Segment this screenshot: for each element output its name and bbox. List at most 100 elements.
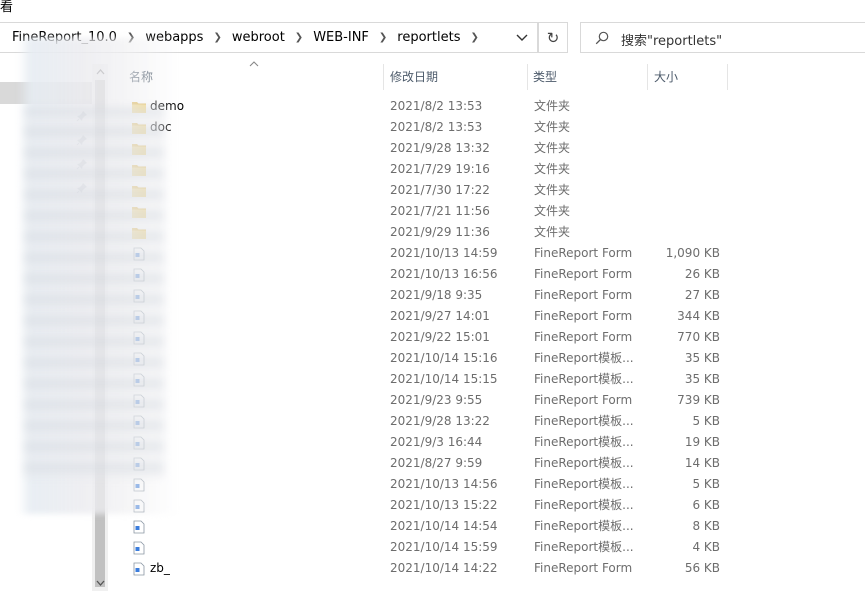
- file-size: 19 KB: [684, 435, 720, 449]
- file-date: 2021/10/13 14:56: [390, 477, 498, 491]
- list-item[interactable]: 2021/9/29 11:36 文件夹: [108, 222, 865, 243]
- list-item[interactable]: 2021/9/23 9:55 FineReport Form 739 KB: [108, 390, 865, 411]
- search-box[interactable]: 搜索"reportlets": [580, 22, 865, 53]
- breadcrumb-item-reportlets[interactable]: reportlets: [397, 30, 460, 45]
- file-type: FineReport Form: [534, 561, 633, 575]
- file-size: [654, 201, 720, 222]
- list-item[interactable]: 2021/10/13 16:56 FineReport Form 26 KB: [108, 264, 865, 285]
- list-item[interactable]: 2021/7/29 19:16 文件夹: [108, 159, 865, 180]
- file-type: FineReport Form: [534, 246, 633, 260]
- file-date: 2021/9/18 9:35: [390, 288, 483, 302]
- file-date: 2021/10/13 15:22: [390, 498, 498, 512]
- breadcrumb-item-web-inf[interactable]: WEB-INF: [313, 30, 369, 45]
- list-item[interactable]: 2021/9/28 13:32 文件夹: [108, 138, 865, 159]
- list-item[interactable]: 2021/8/27 9:59 FineReport模板... 14 KB: [108, 453, 865, 474]
- list-item[interactable]: zb_ 2021/10/14 14:22 FineReport Form 56 KB: [108, 558, 865, 579]
- report-file-icon: [133, 562, 145, 576]
- file-size: [654, 138, 720, 159]
- list-item[interactable]: doc2021/8/2 13:53文件夹: [108, 117, 865, 138]
- file-date: 2021/10/13 16:56: [390, 267, 498, 281]
- file-size: 56 KB: [684, 561, 720, 575]
- list-item[interactable]: 2021/10/13 14:56 FineReport模板... 5 KB: [108, 474, 865, 495]
- list-item[interactable]: 2021/9/22 15:01 FineReport Form 770 KB: [108, 327, 865, 348]
- file-type: FineReport Form: [534, 393, 633, 407]
- refresh-button[interactable]: ↻: [538, 22, 568, 53]
- file-list: demo2021/8/2 13:53文件夹doc2021/8/2 13:53文件…: [108, 96, 865, 579]
- column-divider[interactable]: [527, 64, 528, 90]
- column-header-date[interactable]: 修改日期: [390, 64, 438, 90]
- file-date: 2021/10/13 14:59: [390, 246, 498, 260]
- address-history-button[interactable]: [508, 23, 536, 52]
- file-size: [654, 117, 720, 138]
- file-size: 4 KB: [692, 540, 720, 554]
- file-size: 1,090 KB: [665, 246, 720, 260]
- file-type: FineReport模板...: [534, 414, 634, 428]
- file-type: 文件夹: [534, 99, 571, 113]
- menu-view-fragment[interactable]: 看: [0, 0, 13, 15]
- file-date: 2021/9/28 13:22: [390, 414, 490, 428]
- file-size: 5 KB: [692, 477, 720, 491]
- file-date: 2021/8/27 9:59: [390, 456, 483, 470]
- list-item[interactable]: 2021/10/14 15:59 FineReport模板... 4 KB: [108, 537, 865, 558]
- column-header-type[interactable]: 类型: [533, 64, 557, 90]
- chevron-down-icon: [96, 580, 104, 586]
- file-date: 2021/10/14 15:16: [390, 351, 498, 365]
- file-size: 35 KB: [684, 372, 720, 386]
- column-divider[interactable]: [647, 64, 648, 90]
- list-item[interactable]: 2021/9/28 13:22 FineReport模板... 5 KB: [108, 411, 865, 432]
- file-type: 文件夹: [534, 120, 571, 134]
- list-item[interactable]: 2021/7/30 17:22 文件夹: [108, 180, 865, 201]
- chevron-right-icon[interactable]: ❯: [213, 32, 221, 43]
- chevron-right-icon[interactable]: ❯: [295, 32, 303, 43]
- file-type: FineReport Form: [534, 330, 633, 344]
- list-item[interactable]: 2021/10/14 15:16 FineReport模板... 35 KB: [108, 348, 865, 369]
- file-type: 文件夹: [534, 141, 571, 155]
- file-size: 770 KB: [677, 330, 720, 344]
- file-size: [654, 180, 720, 201]
- chevron-right-icon[interactable]: ❯: [379, 32, 387, 43]
- column-divider[interactable]: [383, 64, 384, 90]
- sort-ascending-icon: [249, 61, 259, 67]
- list-item[interactable]: demo2021/8/2 13:53文件夹: [108, 96, 865, 117]
- column-divider[interactable]: [727, 64, 728, 90]
- file-name: [150, 516, 220, 537]
- file-size: [654, 159, 720, 180]
- file-type: FineReport模板...: [534, 519, 634, 533]
- chevron-down-icon: [516, 34, 528, 41]
- file-type: FineReport模板...: [534, 540, 634, 554]
- scroll-down-button[interactable]: [92, 575, 108, 591]
- file-type: FineReport Form: [534, 267, 633, 281]
- redaction-blur: [24, 108, 164, 478]
- file-date: 2021/7/30 17:22: [390, 183, 490, 197]
- file-size: 739 KB: [677, 393, 720, 407]
- file-type: FineReport Form: [534, 288, 633, 302]
- file-type: FineReport模板...: [534, 372, 634, 386]
- file-type: FineReport模板...: [534, 477, 634, 491]
- list-item[interactable]: 2021/9/3 16:44 FineReport模板... 19 KB: [108, 432, 865, 453]
- file-size: 26 KB: [684, 267, 720, 281]
- list-item[interactable]: 2021/9/27 14:01 FineReport Form 344 KB: [108, 306, 865, 327]
- list-item[interactable]: 2021/10/13 14:59 FineReport Form 1,090 KB: [108, 243, 865, 264]
- file-date: 2021/7/29 19:16: [390, 162, 490, 176]
- file-type: 文件夹: [534, 225, 571, 239]
- chevron-right-icon[interactable]: ❯: [470, 32, 478, 43]
- file-date: 2021/8/2 13:53: [390, 99, 483, 113]
- file-size: 14 KB: [684, 456, 720, 470]
- list-item[interactable]: 2021/10/14 15:15 FineReport模板... 35 KB: [108, 369, 865, 390]
- file-type: 文件夹: [534, 162, 571, 176]
- file-date: 2021/8/2 13:53: [390, 120, 483, 134]
- report-file-icon: [133, 541, 145, 555]
- list-item[interactable]: 2021/7/21 11:56 文件夹: [108, 201, 865, 222]
- list-item[interactable]: 2021/10/13 15:22 FineReport模板... 6 KB: [108, 495, 865, 516]
- file-date: 2021/10/14 14:54: [390, 519, 498, 533]
- file-date: 2021/9/3 16:44: [390, 435, 483, 449]
- file-name: [150, 537, 220, 558]
- list-item[interactable]: 2021/10/14 14:54 FineReport模板... 8 KB: [108, 516, 865, 537]
- file-type: 文件夹: [534, 183, 571, 197]
- column-header-size[interactable]: 大小: [654, 64, 678, 90]
- search-input[interactable]: 搜索"reportlets": [621, 30, 722, 49]
- breadcrumb-item-webroot[interactable]: webroot: [232, 30, 285, 45]
- file-date: 2021/9/22 15:01: [390, 330, 490, 344]
- list-item[interactable]: 2021/9/18 9:35 FineReport Form 27 KB: [108, 285, 865, 306]
- file-date: 2021/7/21 11:56: [390, 204, 490, 218]
